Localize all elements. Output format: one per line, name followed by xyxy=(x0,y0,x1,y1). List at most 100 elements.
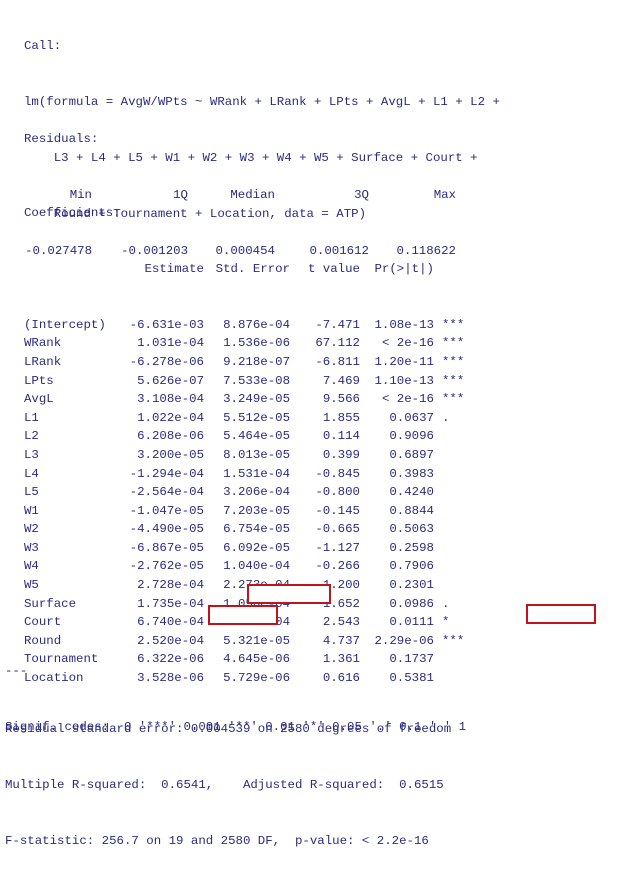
coef-std-error: 5.512e-05 xyxy=(223,410,290,425)
table-row: L1 1.022e-04 5.512e-05 1.855 0.0637. xyxy=(24,409,472,428)
coef-name: W1 xyxy=(24,503,39,518)
coef-estimate: 3.108e-04 xyxy=(137,392,204,407)
residuals-label: Residuals: xyxy=(24,132,99,147)
model-summary-section: Residual standard error: 0.004539 on 258… xyxy=(5,683,451,869)
coef-estimate: -6.631e-03 xyxy=(129,317,204,332)
coef-p-value: 0.5063 xyxy=(389,522,434,537)
table-row: LPts 5.626e-07 7.533e-08 7.469 1.10e-13 *** xyxy=(24,372,472,391)
coef-p-value: 0.0986 xyxy=(389,596,434,611)
coef-p-value: 0.6897 xyxy=(389,447,434,462)
table-row: W4 -2.762e-05 1.040e-04 -0.266 0.7906 xyxy=(24,557,472,576)
coef-t-value: -0.845 xyxy=(315,466,360,481)
coef-t-value: 7.469 xyxy=(322,373,360,388)
coef-p-value: 1.10e-13 xyxy=(374,373,435,388)
coef-signif: . xyxy=(442,596,450,611)
coef-std-error: 3.249e-05 xyxy=(223,392,290,407)
coef-name: W5 xyxy=(24,578,39,593)
coef-t-value: -6.811 xyxy=(315,354,360,369)
header-std-error: Std. Error xyxy=(215,261,290,276)
coef-std-error: 1.040e-04 xyxy=(223,559,290,574)
highlight-box xyxy=(526,604,596,624)
coef-name: WRank xyxy=(24,336,62,351)
table-row: L2 6.208e-06 5.464e-05 0.114 0.9096 xyxy=(24,427,472,446)
coef-name: W3 xyxy=(24,540,39,555)
coef-signif: *** xyxy=(442,392,465,407)
f-statistic-line: F-statistic: 256.7 on 19 and 2580 DF, p-… xyxy=(5,833,429,848)
coef-t-value: -0.145 xyxy=(315,503,360,518)
coef-name: AvgL xyxy=(24,392,54,407)
coef-name: W4 xyxy=(24,559,39,574)
coef-name: L3 xyxy=(24,447,39,462)
coef-estimate: -2.564e-04 xyxy=(129,485,204,500)
coef-name: L1 xyxy=(24,410,39,425)
coef-signif: *** xyxy=(442,336,465,351)
coef-name: L2 xyxy=(24,429,39,444)
coef-estimate: 1.031e-04 xyxy=(137,336,204,351)
coefficients-header-row: Estimate Std. Error t value Pr(>|t|) xyxy=(24,260,472,279)
coef-std-error: 7.533e-08 xyxy=(223,373,290,388)
coef-t-value: -0.665 xyxy=(315,522,360,537)
coef-p-value: 0.8844 xyxy=(389,503,434,518)
coef-std-error: 6.092e-05 xyxy=(223,540,290,555)
coef-t-value: -1.127 xyxy=(315,540,360,555)
coef-estimate: 1.735e-04 xyxy=(137,596,204,611)
coef-p-value: < 2e-16 xyxy=(381,336,434,351)
coef-estimate: 2.728e-04 xyxy=(137,578,204,593)
coef-std-error: 8.013e-05 xyxy=(223,447,290,462)
coef-std-error: 1.531e-04 xyxy=(223,466,290,481)
coef-name: LPts xyxy=(24,373,54,388)
coef-estimate: -2.762e-05 xyxy=(129,559,204,574)
coef-t-value: 67.112 xyxy=(315,336,360,351)
coef-name: L4 xyxy=(24,466,39,481)
coefficients-label: Coefficients: xyxy=(24,206,121,221)
coef-p-value: 0.2598 xyxy=(389,540,434,555)
table-row: L4 -1.294e-04 1.531e-04 -0.845 0.3983 xyxy=(24,465,472,484)
separator: --- xyxy=(5,664,28,679)
coef-signif: . xyxy=(442,410,450,425)
coef-std-error: 6.754e-05 xyxy=(223,522,290,537)
coef-signif: *** xyxy=(442,373,465,388)
table-row: W3 -6.867e-05 6.092e-05 -1.127 0.2598 xyxy=(24,539,472,558)
coef-estimate: 6.208e-06 xyxy=(137,429,204,444)
coef-estimate: -4.490e-05 xyxy=(129,522,204,537)
coef-p-value: 1.08e-13 xyxy=(374,317,435,332)
coef-t-value: -0.800 xyxy=(315,485,360,500)
coef-t-value: 9.566 xyxy=(322,392,360,407)
table-row: W1 -1.047e-05 7.203e-05 -0.145 0.8844 xyxy=(24,502,472,521)
table-row: W2 -4.490e-05 6.754e-05 -0.665 0.5063 xyxy=(24,520,472,539)
header-p-value: Pr(>|t|) xyxy=(374,261,435,276)
table-row: AvgL 3.108e-04 3.249e-05 9.566 < 2e-16 *** xyxy=(24,390,472,409)
table-row: WRank 1.031e-04 1.536e-06 67.112 < 2e-16 *** xyxy=(24,334,472,353)
table-row: (Intercept) -6.631e-03 8.876e-04 -7.471 1.08… xyxy=(24,316,472,335)
coef-t-value: -7.471 xyxy=(315,317,360,332)
coef-std-error: 1.536e-06 xyxy=(223,336,290,351)
coef-std-error: 8.876e-04 xyxy=(223,317,290,332)
coef-t-value: -0.266 xyxy=(315,559,360,574)
coef-estimate: 3.200e-05 xyxy=(137,447,204,462)
header-t-value: t value xyxy=(307,261,360,276)
coef-estimate: -6.867e-05 xyxy=(129,540,204,555)
coef-p-value: 0.4240 xyxy=(389,485,434,500)
coef-estimate: 5.626e-07 xyxy=(137,373,204,388)
call-label: Call: xyxy=(24,39,62,54)
coef-estimate: -1.047e-05 xyxy=(129,503,204,518)
coef-name: L5 xyxy=(24,485,39,500)
coef-name: LRank xyxy=(24,354,62,369)
coef-p-value: < 2e-16 xyxy=(381,392,434,407)
coef-p-value: 0.2301 xyxy=(389,578,434,593)
highlight-box xyxy=(208,605,278,625)
coef-t-value: 1.855 xyxy=(322,410,360,425)
coef-signif: *** xyxy=(442,317,465,332)
coef-name: W2 xyxy=(24,522,39,537)
coef-t-value: 0.399 xyxy=(322,447,360,462)
coef-estimate: 1.022e-04 xyxy=(137,410,204,425)
table-row: L5 -2.564e-04 3.206e-04 -0.800 0.4240 xyxy=(24,483,472,502)
coef-name: Surface xyxy=(24,596,77,611)
coef-t-value: 0.114 xyxy=(322,429,360,444)
coef-std-error: 9.218e-07 xyxy=(223,354,290,369)
coef-signif: *** xyxy=(442,354,465,369)
residual-standard-error: Residual standard error: 0.004539 on 258… xyxy=(5,722,452,737)
coef-p-value: 0.0637 xyxy=(389,410,434,425)
coef-std-error: 5.464e-05 xyxy=(223,429,290,444)
coef-p-value: 0.7906 xyxy=(389,559,434,574)
